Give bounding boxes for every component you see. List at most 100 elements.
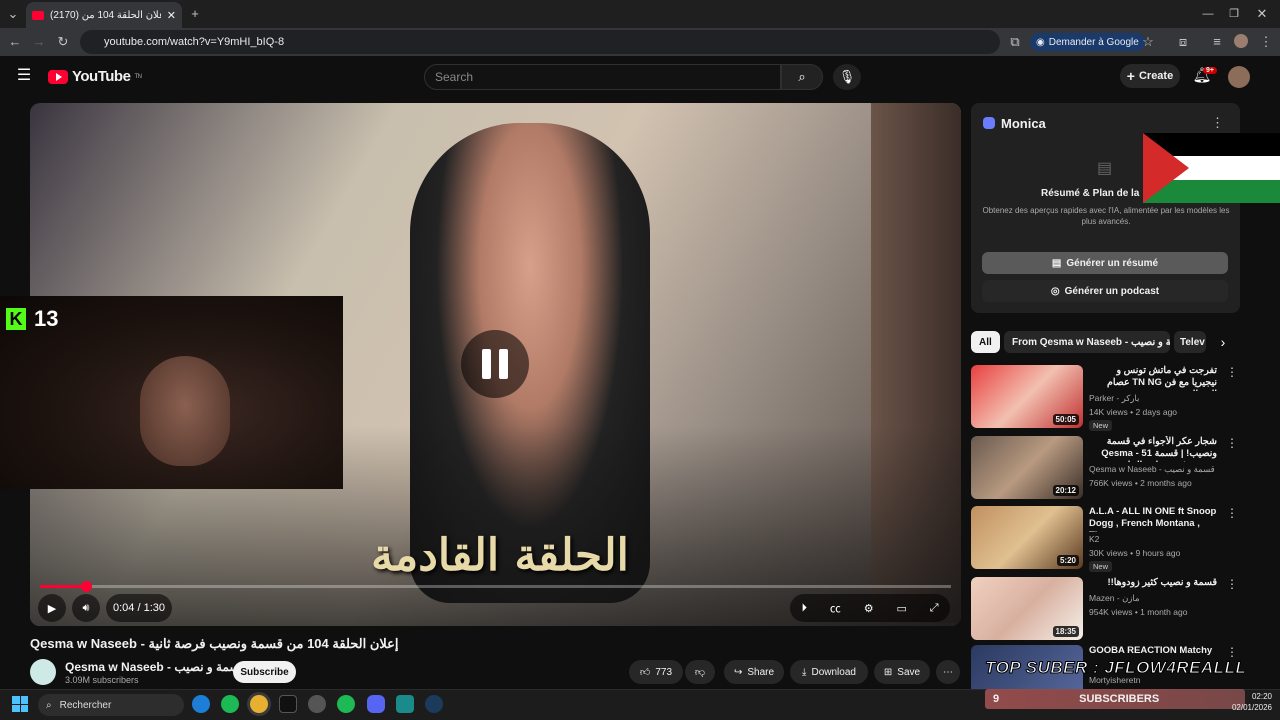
new-badge: New	[1089, 561, 1113, 572]
monica-heading: Résumé & Plan de la	[1041, 188, 1140, 199]
more-options-icon[interactable]: ⋮	[1226, 645, 1238, 659]
account-avatar[interactable]	[1228, 66, 1250, 88]
tab-list-icon[interactable]: ⌄	[2, 2, 24, 26]
cast-icon[interactable]: ⧉	[1004, 30, 1026, 54]
back-icon[interactable]: ←	[4, 30, 26, 54]
subscribers-label: SUBSCRIBERS	[1079, 693, 1160, 705]
steam-icon[interactable]	[425, 695, 443, 713]
pause-overlay-icon[interactable]	[461, 330, 529, 398]
recommendation-channel[interactable]: Qesma w Naseeb - قسمة و نصيب	[1089, 464, 1215, 475]
chrome-icon[interactable]	[250, 695, 268, 713]
ask-google-button[interactable]: ◉ Demander à Google	[1030, 33, 1145, 51]
more-options-icon[interactable]: ⋮	[1226, 365, 1238, 379]
recommendation-title[interactable]: قسمة و نصيب كثير زودوها!!	[1089, 577, 1217, 589]
url-field[interactable]: youtube.com/watch?v=Y9mHI_bIQ-8	[80, 30, 1000, 54]
system-clock[interactable]: 02:20 02/01/2026	[1222, 691, 1272, 713]
app-icon[interactable]	[396, 695, 414, 713]
save-icon: ⊞	[883, 666, 893, 678]
browser-menu-icon[interactable]: ⋮	[1256, 30, 1276, 54]
logo-country-code: TN	[134, 73, 142, 80]
settings-gear-icon[interactable]: ⚙	[864, 602, 874, 615]
recommendation-channel[interactable]: K2	[1089, 534, 1099, 544]
search-icon[interactable]: ⌕	[781, 64, 823, 90]
autoplay-toggle-icon[interactable]: ⏵	[801, 602, 807, 615]
extensions-icon[interactable]: ⧈	[1172, 30, 1194, 54]
tiktok-icon[interactable]	[279, 695, 297, 713]
download-button[interactable]: ⤓ Download	[790, 660, 868, 684]
video-progress-bar[interactable]	[40, 581, 951, 592]
new-tab-icon[interactable]: +	[184, 2, 206, 26]
recommendation-views: 954K views • 1 month ago	[1089, 607, 1188, 617]
recommendation-title[interactable]: GOOBA REACTION Matchy	[1089, 645, 1217, 657]
close-window-icon[interactable]: ✕	[1250, 2, 1274, 26]
play-icon[interactable]: ▶︎	[38, 594, 66, 622]
share-button[interactable]: ↪ Share	[724, 660, 784, 684]
maximize-icon[interactable]: ❐	[1222, 2, 1246, 26]
edge-icon[interactable]	[192, 695, 210, 713]
top-suber-overlay: TOP SUBER : JFLOW4REALLL	[985, 658, 1247, 678]
search-input[interactable]: Search	[424, 64, 781, 90]
notification-badge: 9+	[1203, 67, 1217, 74]
spotify-alt-icon[interactable]	[337, 695, 355, 713]
reload-icon[interactable]: ↻	[52, 30, 74, 54]
recommendation-title[interactable]: شجار عكر الأجواء في قسمة ونصيب! | قسمة Q…	[1089, 436, 1217, 462]
progress-scrubber[interactable]	[80, 581, 92, 592]
recommendation-title[interactable]: A.L.A - ALL IN ONE ft Snoop Dogg , Frenc…	[1089, 506, 1217, 532]
close-tab-icon[interactable]: ✕	[167, 9, 176, 22]
download-icon: ⤓	[802, 666, 807, 678]
browser-tab[interactable]: (2170) إعلان الحلقة 104 من ✕	[26, 2, 182, 28]
create-button[interactable]: + Create	[1120, 64, 1180, 88]
recommendation-item[interactable]: 5:20 A.L.A - ALL IN ONE ft Snoop Dogg , …	[971, 506, 1240, 574]
save-button[interactable]: ⊞ Save	[874, 660, 930, 684]
volume-icon[interactable]: 🔊︎	[72, 594, 100, 622]
video-duration: 50:05	[1052, 414, 1079, 425]
minimize-icon[interactable]: —	[1196, 2, 1220, 26]
more-options-icon[interactable]: ⋮	[1226, 506, 1238, 520]
like-button[interactable]: 👍︎ 773	[629, 660, 683, 684]
recommendation-title[interactable]: تفرجت في ماتش تونس و نيجيريا مع فن TN NG…	[1089, 365, 1217, 391]
video-thumbnail[interactable]: 18:35	[971, 577, 1083, 640]
recommendation-channel[interactable]: Parker - باركر	[1089, 393, 1139, 404]
video-thumbnail[interactable]: 20:12	[971, 436, 1083, 499]
bookmark-star-icon[interactable]: ☆	[1137, 30, 1159, 54]
chip-all[interactable]: All	[971, 331, 1000, 353]
channel-name[interactable]: Qesma w Naseeb - قسمة و نصيب	[65, 660, 246, 674]
chip-from-channel[interactable]: From Qesma w Naseeb - قسمة و نصيب	[1004, 331, 1170, 353]
obs-icon[interactable]	[308, 695, 326, 713]
chip-television[interactable]: Telev	[1174, 331, 1206, 353]
subtitles-icon[interactable]: ㏄	[830, 600, 841, 616]
windows-start-icon[interactable]	[12, 696, 28, 712]
forward-icon[interactable]: →	[28, 30, 50, 54]
fullscreen-icon[interactable]: ⤢	[930, 602, 939, 615]
discord-icon[interactable]	[367, 695, 385, 713]
hamburger-menu-icon[interactable]: ☰	[12, 64, 36, 88]
recommendation-item[interactable]: 18:35 قسمة و نصيب كثير زودوها!! Mazen - …	[971, 577, 1240, 645]
dislike-button[interactable]: 👎︎	[685, 660, 715, 684]
chevron-right-icon[interactable]: ›	[1212, 330, 1234, 354]
recommendation-channel[interactable]: Mazen - مازن	[1089, 593, 1140, 604]
more-options-icon[interactable]: ⋮	[1226, 436, 1238, 450]
podcast-icon: ◎	[1050, 285, 1060, 297]
microphone-icon[interactable]: 🎙︎	[833, 64, 861, 90]
profile-avatar[interactable]	[1234, 34, 1248, 48]
channel-avatar[interactable]	[30, 659, 56, 685]
recommendation-item[interactable]: 50:05 تفرجت في ماتش تونس و نيجيريا مع فن…	[971, 365, 1240, 433]
video-thumbnail[interactable]: 50:05	[971, 365, 1083, 428]
generate-podcast-button[interactable]: ◎ Générer un podcast	[982, 280, 1228, 302]
theater-mode-icon[interactable]: ▭	[896, 602, 906, 615]
google-lens-icon: ◉	[1036, 36, 1045, 48]
reading-list-icon[interactable]: ≡	[1206, 30, 1228, 54]
more-actions-icon[interactable]: ⋯	[936, 660, 960, 684]
monica-menu-icon[interactable]: ⋮	[1211, 115, 1224, 131]
video-thumbnail[interactable]: 5:20	[971, 506, 1083, 569]
recommendation-item[interactable]: 20:12 شجار عكر الأجواء في قسمة ونصيب! | …	[971, 436, 1240, 504]
clock-time: 02:20	[1251, 692, 1272, 701]
spotify-icon[interactable]	[221, 695, 239, 713]
taskbar-search-label: Rechercher	[59, 699, 112, 711]
youtube-logo[interactable]: YouTube TN	[48, 68, 142, 85]
generate-summary-button[interactable]: ▤ Générer un résumé	[982, 252, 1228, 274]
more-options-icon[interactable]: ⋮	[1226, 577, 1238, 591]
taskbar-search[interactable]: ⌕ Rechercher	[38, 694, 184, 716]
subscribe-button[interactable]: Subscribe	[233, 661, 296, 683]
video-caption-text: الحلقة القادمة	[371, 530, 629, 581]
